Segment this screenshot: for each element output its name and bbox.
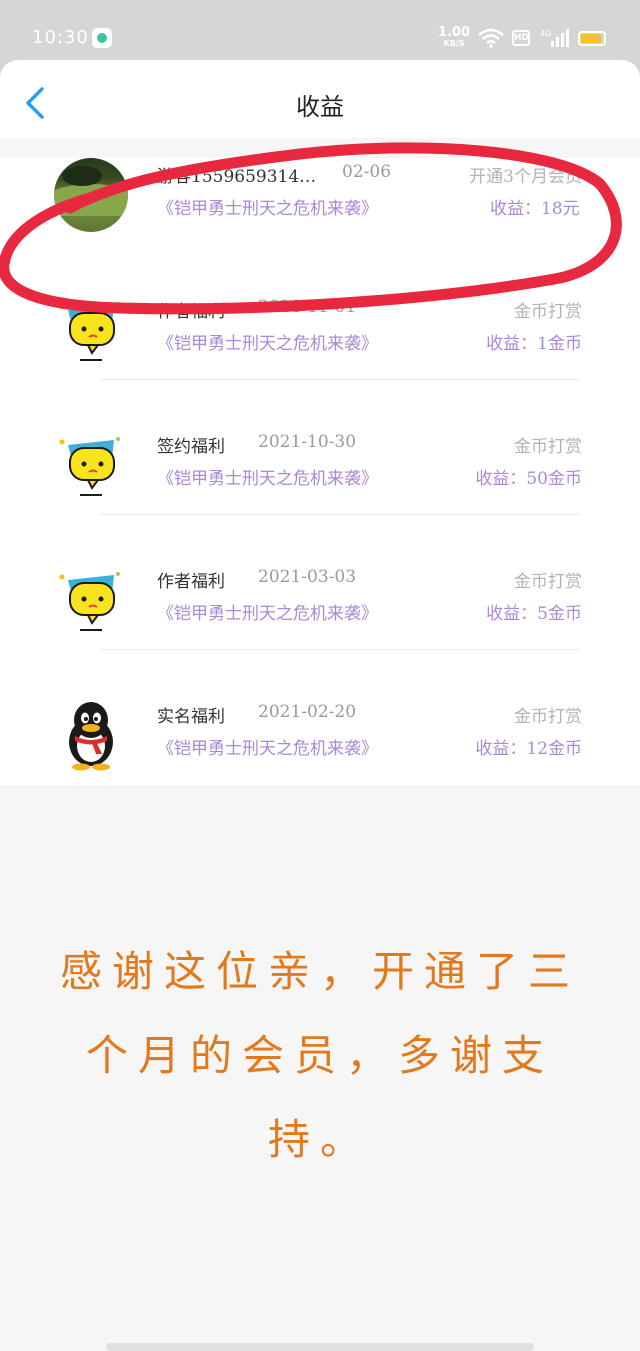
record-income: 收益：50金币 xyxy=(475,469,582,489)
handwritten-note: 感谢这位亲，开通了三 个月的会员，多谢支 持。 xyxy=(0,930,640,1182)
record-income: 收益：18元 xyxy=(490,199,580,219)
note-line: 个月的会员，多谢支 xyxy=(85,1031,554,1080)
record-date: 2021-02-20 xyxy=(258,702,357,722)
record-income: 收益：1金币 xyxy=(486,334,582,354)
status-time: 10:30 xyxy=(32,27,89,48)
income-list: 游客1559659314… 02-06 开通3个月会员 《铠甲勇士刑天之危机来袭… xyxy=(0,158,640,785)
penguin-avatar-icon xyxy=(69,702,113,771)
app-notification-icon xyxy=(92,28,112,48)
svg-text:4G: 4G xyxy=(540,29,551,38)
record-name: 实名福利 xyxy=(157,707,225,727)
signal-icon: 4G xyxy=(540,29,569,47)
record-name: 作者福利 xyxy=(157,302,225,322)
record-name: 作者福利 xyxy=(157,572,225,592)
record-date: 2021-03-03 xyxy=(258,567,357,587)
hd-icon: HD xyxy=(512,30,530,46)
list-item[interactable]: 游客1559659314… 02-06 开通3个月会员 《铠甲勇士刑天之危机来袭… xyxy=(0,110,640,245)
record-name: 游客1559659314… xyxy=(157,167,317,187)
network-speed: 1.00 KB/S xyxy=(438,25,471,48)
wifi-icon xyxy=(478,28,504,48)
record-type: 金币打赏 xyxy=(514,302,582,322)
book-link[interactable]: 《铠甲勇士刑天之危机来袭》 xyxy=(157,329,378,354)
record-income: 收益：12金币 xyxy=(475,739,582,759)
avatar xyxy=(54,158,128,232)
record-date: 2021-10-30 xyxy=(258,432,357,452)
home-indicator[interactable] xyxy=(106,1343,534,1351)
record-type: 金币打赏 xyxy=(514,707,582,727)
chat-bubble-avatar-icon xyxy=(59,437,120,496)
record-date: 2021-11-01 xyxy=(258,297,357,317)
book-link[interactable]: 《铠甲勇士刑天之危机来袭》 xyxy=(157,464,378,489)
record-type: 开通3个月会员 xyxy=(469,167,582,187)
record-income: 收益：5金币 xyxy=(486,604,582,624)
book-link[interactable]: 《铠甲勇士刑天之危机来袭》 xyxy=(157,599,378,624)
record-type: 金币打赏 xyxy=(514,437,582,457)
record-name: 签约福利 xyxy=(157,437,225,457)
battery-icon xyxy=(578,31,606,46)
list-item[interactable]: 签约福利 2021-10-30 金币打赏 《铠甲勇士刑天之危机来袭》 收益：50… xyxy=(0,380,640,515)
book-link[interactable]: 《铠甲勇士刑天之危机来袭》 xyxy=(157,734,378,759)
record-type: 金币打赏 xyxy=(514,572,582,592)
note-line: 感谢这位亲，开通了三 xyxy=(59,947,580,996)
book-link[interactable]: 《铠甲勇士刑天之危机来袭》 xyxy=(157,194,378,219)
chat-bubble-avatar-icon xyxy=(59,302,120,361)
note-line: 持。 xyxy=(267,1115,372,1164)
list-item[interactable]: 实名福利 2021-02-20 金币打赏 《铠甲勇士刑天之危机来袭》 收益：12… xyxy=(0,650,640,785)
record-date: 02-06 xyxy=(342,162,392,182)
list-item[interactable]: 作者福利 2021-03-03 金币打赏 《铠甲勇士刑天之危机来袭》 收益：5金… xyxy=(0,515,640,650)
chat-bubble-avatar-icon xyxy=(59,572,120,631)
list-item[interactable]: 作者福利 2021-11-01 金币打赏 《铠甲勇士刑天之危机来袭》 收益：1金… xyxy=(0,245,640,380)
